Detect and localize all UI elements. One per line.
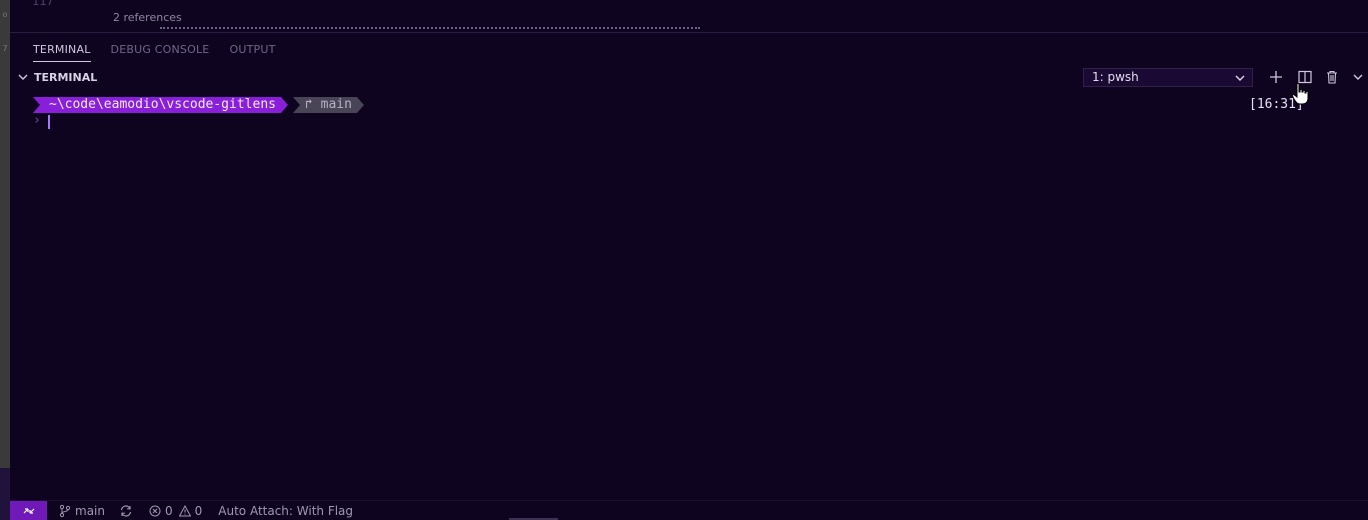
auto-attach-status[interactable]: Auto Attach: With Flag [218, 504, 353, 518]
chevron-down-icon [16, 70, 30, 84]
git-branch-icon [59, 504, 71, 517]
warning-count: 0 [194, 503, 203, 518]
window-edge-strip: o 7 [0, 0, 10, 520]
branch-name: main [75, 503, 105, 518]
gutter-accent [0, 468, 10, 520]
plus-icon [1270, 71, 1282, 83]
new-terminal-button[interactable] [1267, 68, 1285, 86]
prompt-path-segment: ~\code\eamodio\vscode-gitlens [33, 97, 288, 113]
prompt-symbol: › [33, 113, 41, 128]
sync-icon [120, 504, 132, 517]
sync-button[interactable] [119, 504, 133, 518]
error-icon [149, 505, 161, 516]
remote-icon [23, 507, 34, 514]
prompt-branch-segment: ↱ main [293, 97, 364, 113]
gutter-mark: 7 [2, 44, 8, 53]
gutter-mark: o [2, 10, 8, 19]
tab-debug-console[interactable]: DEBUG CONSOLE [111, 42, 210, 62]
tab-output[interactable]: OUTPUT [229, 42, 275, 62]
editor-peek: 117 2 references [10, 0, 1368, 32]
trash-icon [1327, 70, 1337, 84]
tab-terminal[interactable]: TERMINAL [33, 42, 91, 62]
remote-indicator-button[interactable] [10, 500, 47, 520]
kill-terminal-button[interactable] [1323, 68, 1341, 86]
section-title: TERMINAL [34, 70, 98, 84]
error-count: 0 [164, 503, 173, 518]
chevron-down-icon [1353, 74, 1363, 80]
chevron-down-icon [1234, 72, 1246, 84]
status-bar: main 0 0 Auto Attach: With Flag [10, 500, 1368, 520]
clipped-code-line [160, 27, 700, 30]
terminal-section-header[interactable]: TERMINAL [16, 69, 97, 85]
hand-cursor-icon [1291, 82, 1309, 105]
terminal-cursor [48, 115, 50, 129]
terminal-selector-dropdown[interactable]: 1: pwsh [1083, 68, 1253, 87]
line-number: 117 [32, 0, 54, 8]
problems-status[interactable]: 0 0 [149, 504, 202, 518]
collapse-panel-button[interactable] [1349, 68, 1367, 86]
terminal-selector-value: 1: pwsh [1092, 70, 1139, 84]
branch-status[interactable]: main [59, 504, 105, 518]
panel-tabs: TERMINAL DEBUG CONSOLE OUTPUT [33, 42, 276, 66]
codelens-references[interactable]: 2 references [113, 11, 182, 24]
warning-icon [178, 504, 191, 516]
panel-border [10, 32, 1368, 33]
